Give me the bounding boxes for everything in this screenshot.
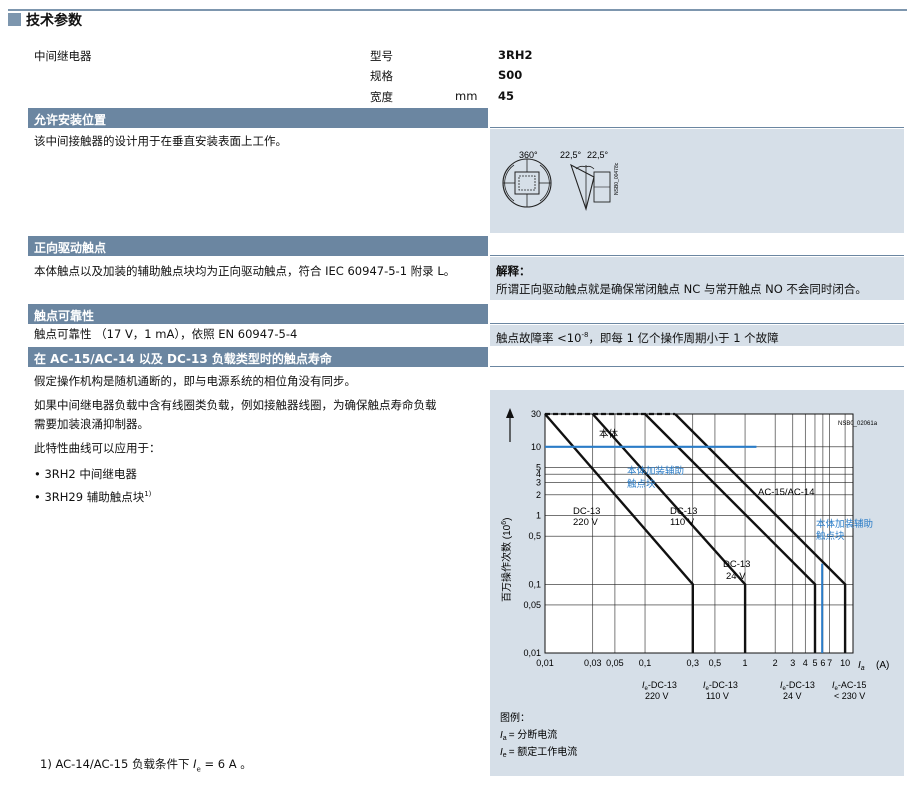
- positive-note-panel: 解释： 所谓正向驱动触点就是确保常闭触点 NC 与常开触点 NO 不会同时闭合。: [490, 257, 904, 300]
- x-tick-label: 0,1: [639, 658, 652, 668]
- x-tick-label: 1: [743, 658, 748, 668]
- reliability-value: 触点故障率 <10-8，即每 1 亿个操作周期小于 1 个故障: [496, 330, 779, 345]
- bottom-label-dc110-v: 110 V: [706, 691, 729, 701]
- y-axis-label: 百万操作次数 (106): [500, 518, 513, 602]
- label-dc220-v: 220 V: [573, 517, 598, 528]
- x-axis-unit: (A): [876, 660, 889, 671]
- label-aux-2b: 触点块: [816, 530, 845, 542]
- mounting-position-diagram: 360° 22,5° 22,5° NSB0_00478c: [502, 150, 620, 211]
- spec-row-model-value: 3RH2: [498, 48, 533, 62]
- x-tick-label: 4: [803, 658, 808, 668]
- y-tick-label: 3: [536, 478, 541, 488]
- mounting-text: 该中间接触器的设计用于在垂直安装表面上工作。: [34, 134, 287, 148]
- life-paragraph-2b: 需要加装浪涌抑制器。: [34, 417, 149, 431]
- life-paragraph-1: 假定操作机构是随机通断的，即与电源系统的相位角没有同步。: [34, 374, 356, 388]
- label-dc220: DC-13: [573, 506, 600, 517]
- x-axis-label: Ia: [858, 660, 865, 672]
- y-tick-label: 1: [536, 511, 541, 521]
- x-tick-label: 0,03: [584, 658, 602, 668]
- bottom-label-ac15-v: < 230 V: [834, 691, 865, 701]
- y-tick-label: 30: [531, 409, 541, 419]
- x-tick-label: 0,05: [606, 658, 624, 668]
- y-tick-label: 10: [531, 442, 541, 452]
- x-tick-label: 6: [820, 658, 825, 668]
- bottom-label-dc220-v: 220 V: [645, 691, 669, 701]
- footnote: 1) AC-14/AC-15 负载条件下 Ie = 6 A 。: [40, 757, 252, 774]
- label-ac15: AC-15/AC-14: [758, 487, 815, 498]
- positive-text: 本体触点以及加装的辅助触点块均为正向驱动触点，符合 IEC 60947-5-1 …: [34, 264, 456, 278]
- x-tick-label: 0,3: [686, 658, 699, 668]
- x-tick-label: 0,01: [536, 658, 554, 668]
- label-aux-1b: 触点块: [627, 478, 656, 490]
- spec-row-model-name: 型号: [370, 49, 393, 63]
- chart-code: NSB0_02061a: [838, 421, 878, 427]
- section-header-positive-drive: 正向驱动触点: [28, 236, 488, 256]
- section-header-mounting: 允许安装位置: [28, 108, 488, 128]
- page-title: 技术参数: [26, 13, 82, 29]
- label-dc110: DC-13: [670, 506, 697, 517]
- y-tick-label: 0,5: [528, 531, 541, 541]
- reliability-value-panel: 触点故障率 <10-8，即每 1 亿个操作周期小于 1 个故障: [490, 325, 904, 346]
- mounting-diagram-panel: 360° 22,5° 22,5° NSB0_00478c: [490, 129, 904, 233]
- angle-right-label: 22,5°: [587, 150, 609, 160]
- life-paragraph-3: 此特性曲线可以应用于：: [34, 441, 161, 455]
- y-tick-label: 0,01: [523, 648, 541, 658]
- label-dc24-v: 24 V: [726, 571, 746, 582]
- label-dc110-v: 110 V: [670, 517, 695, 528]
- positive-note-text: 所谓正向驱动触点就是确保常闭触点 NC 与常开触点 NO 不会同时闭合。: [496, 282, 867, 296]
- label-aux-1: 本体加装辅助: [627, 465, 684, 477]
- y-tick-label: 2: [536, 490, 541, 500]
- angle-left-label: 22,5°: [560, 150, 582, 160]
- bottom-label-dc24-v: 24 V: [783, 691, 802, 701]
- positive-note-title: 解释：: [496, 264, 531, 278]
- legend-breaking-current: Ia = 分断电流: [500, 728, 557, 742]
- section-header-reliability: 触点可靠性: [28, 304, 488, 324]
- life-paragraph-2a: 如果中间继电器负载中含有线圈类负载，例如接触器线圈，为确保触点寿命负载: [34, 398, 437, 412]
- y-tick-label: 0,1: [528, 579, 541, 589]
- label-body: 本体: [599, 428, 619, 440]
- x-tick-label: 2: [773, 658, 778, 668]
- x-tick-label: 5: [812, 658, 817, 668]
- spec-row-width-name: 宽度: [370, 90, 393, 104]
- legend-title: 图例：: [500, 711, 530, 724]
- reliability-text: 触点可靠性 （17 V，1 mA），依照 EN 60947-5-4: [34, 327, 298, 341]
- spec-row-size-name: 规格: [370, 69, 393, 83]
- x-tick-label: 3: [790, 658, 795, 668]
- legend-rated-current: Ie = 额定工作电流: [500, 745, 577, 759]
- bullet-item: • 3RH2 中间继电器: [34, 467, 137, 481]
- bullet-item: • 3RH29 辅助触点块1): [34, 489, 152, 504]
- section-header-contact-life: 在 AC-15/AC-14 以及 DC-13 负载类型时的触点寿命: [28, 347, 488, 367]
- top-rule: [8, 9, 907, 11]
- diagram-code: NSB0_00478c: [614, 162, 620, 195]
- label-aux-2: 本体加装辅助: [816, 518, 873, 530]
- spec-label: 中间继电器: [34, 49, 92, 63]
- spec-row-width-unit: mm: [455, 89, 478, 103]
- label-dc24: DC-13: [723, 559, 750, 570]
- title-square-icon: [8, 13, 21, 26]
- x-tick-label: 0,5: [709, 658, 722, 668]
- spec-row-size-value: S00: [498, 68, 523, 82]
- x-tick-label: 10: [840, 658, 850, 668]
- spec-row-width-value: 45: [498, 89, 515, 103]
- x-tick-label: 7: [827, 658, 832, 668]
- y-tick-label: 0,05: [523, 600, 541, 610]
- contact-life-chart: 0,01 0,03 0,05 0,1 0,3 0,5 1 2 3 4 5 6 7 103010543210…: [500, 408, 889, 759]
- arrow-up-icon: [506, 408, 514, 418]
- life-chart-panel: 0,01 0,03 0,05 0,1 0,3 0,5 1 2 3 4 5 6 7 10 30 10 5 4 3 2 1 0…: [490, 390, 904, 776]
